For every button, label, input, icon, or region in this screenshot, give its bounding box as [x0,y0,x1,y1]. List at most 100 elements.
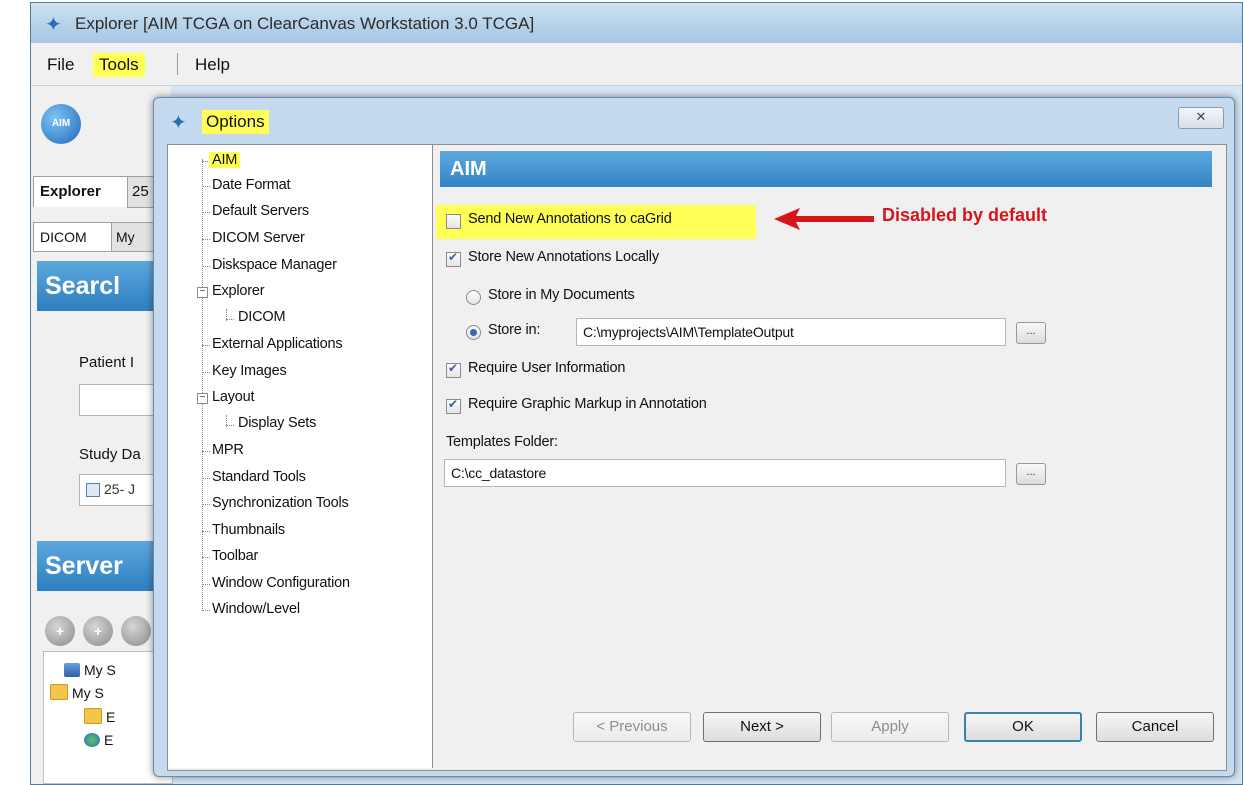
store-locally-checkbox[interactable] [446,250,461,267]
tab-my[interactable]: My [111,222,157,252]
store-in-label[interactable]: Store in: [488,322,540,338]
tree-node-toolbar[interactable]: Toolbar [212,548,258,564]
tab-explorer[interactable]: Explorer [33,176,129,207]
menu-bar: File Tools Help [31,43,1242,86]
store-in-browse-button[interactable]: ... [1016,322,1046,344]
explorer-titlebar: ✦ Explorer [AIM TCGA on ClearCanvas Work… [31,3,1242,43]
tree-connector [202,531,210,532]
tree-node-window-level[interactable]: Window/Level [212,601,300,617]
aim-settings-panel: AIM Send New Annotations to caGrid Disab… [434,145,1226,770]
tree-node-display-sets[interactable]: Display Sets [238,415,316,431]
server-tree-item[interactable]: E [84,732,113,748]
options-tree: AIM Date Format Default Servers DICOM Se… [168,145,433,768]
tree-connector [202,478,210,479]
red-arrow-icon [774,208,874,230]
tree-connector [202,212,210,213]
close-button[interactable]: ✕ [1178,107,1224,129]
collapse-icon[interactable]: − [197,393,208,404]
tree-connector [202,584,210,585]
tree-connector [202,557,210,558]
next-button[interactable]: Next > [703,712,821,742]
templates-folder-input[interactable]: C:\cc_datastore [444,459,1006,487]
options-dialog: ✦ Options ✕ AIM Date Format Default Serv… [153,97,1235,777]
server-tree-item[interactable]: My S [64,662,116,678]
store-in-my-documents-radio[interactable] [466,290,481,305]
explorer-left-panel: AIM Explorer 25 DICOM My Searcl Patient … [31,86,179,784]
tree-node-window-configuration[interactable]: Window Configuration [212,575,350,591]
tree-connector [202,186,210,187]
tree-connector [202,239,210,240]
store-in-radio[interactable] [466,325,481,340]
tree-node-default-servers[interactable]: Default Servers [212,203,309,219]
ok-button[interactable]: OK [964,712,1082,742]
store-locally-label[interactable]: Store New Annotations Locally [468,249,659,265]
tree-node-key-images[interactable]: Key Images [212,363,287,379]
server-tree-item[interactable]: E [84,708,115,725]
add-server-icon[interactable]: + [45,616,75,646]
dialog-client-area: AIM Date Format Default Servers DICOM Se… [167,144,1227,771]
send-to-cagrid-checkbox[interactable] [446,214,461,229]
tab-dicom[interactable]: DICOM [33,222,115,252]
clearcanvas-app-icon: ✦ [45,14,62,36]
study-date-label: Study Da [79,446,141,463]
globe-icon [84,733,100,747]
annotation-disabled-by-default: Disabled by default [882,205,1048,225]
server-tree-label: My S [72,685,104,701]
add-server-group-icon[interactable]: + [83,616,113,646]
require-user-info-label[interactable]: Require User Information [468,360,625,376]
tree-node-standard-tools[interactable]: Standard Tools [212,469,306,485]
tree-connector [202,266,210,267]
menu-tools[interactable]: Tools [93,53,145,77]
close-icon: ✕ [1195,109,1207,124]
panel-header: AIM [440,151,1212,187]
server-tree-label: E [106,709,116,725]
store-in-my-documents-label[interactable]: Store in My Documents [488,287,635,303]
apply-button[interactable]: Apply [831,712,949,742]
tree-connector [202,345,210,346]
server-icon [64,663,80,677]
dialog-title: Options [202,110,269,134]
tree-node-explorer-dicom[interactable]: DICOM [238,309,286,325]
patient-id-label: Patient I [79,354,135,371]
tree-node-dicom-server[interactable]: DICOM Server [212,230,305,246]
tree-node-synchronization-tools[interactable]: Synchronization Tools [212,495,349,511]
tree-connector [202,610,210,611]
tree-node-explorer[interactable]: Explorer [212,283,265,299]
tree-connector [202,451,210,452]
tree-node-external-applications[interactable]: External Applications [212,336,343,352]
menu-help[interactable]: Help [189,53,236,77]
require-user-info-checkbox[interactable] [446,361,461,378]
tree-node-date-format[interactable]: Date Format [212,177,291,193]
edit-server-icon[interactable] [121,616,151,646]
server-tree-label: My S [84,662,116,678]
cancel-button[interactable]: Cancel [1096,712,1214,742]
study-date-value: 25- J [104,481,136,497]
tree-node-thumbnails[interactable]: Thumbnails [212,522,285,538]
tree-connector [226,319,234,320]
folder-icon [50,684,68,700]
previous-button[interactable]: < Previous [573,712,691,742]
study-date-checkbox[interactable] [86,483,100,497]
aim-data-service-icon[interactable]: AIM [41,104,81,144]
store-in-path-input[interactable]: C:\myprojects\AIM\TemplateOutput [576,318,1006,346]
tree-node-diskspace-manager[interactable]: Diskspace Manager [212,257,337,273]
require-graphic-markup-checkbox[interactable] [446,397,461,414]
tree-connector [202,504,210,505]
tree-node-mpr[interactable]: MPR [212,442,244,458]
tree-node-layout[interactable]: Layout [212,389,255,405]
tree-connector [202,372,210,373]
templates-folder-label: Templates Folder: [446,434,558,450]
templates-folder-browse-button[interactable]: ... [1016,463,1046,485]
clearcanvas-app-icon: ✦ [170,112,187,134]
menu-file[interactable]: File [41,53,80,77]
tree-guide-line [202,159,203,611]
require-graphic-markup-label[interactable]: Require Graphic Markup in Annotation [468,396,707,412]
tree-node-aim[interactable]: AIM [209,152,241,168]
menu-separator [177,53,178,75]
send-to-cagrid-label[interactable]: Send New Annotations to caGrid [468,211,672,227]
server-tree-label: E [104,732,114,748]
folder-icon [84,708,102,724]
server-tree-item[interactable]: My S [50,684,104,701]
tree-connector [226,425,234,426]
collapse-icon[interactable]: − [197,287,208,298]
